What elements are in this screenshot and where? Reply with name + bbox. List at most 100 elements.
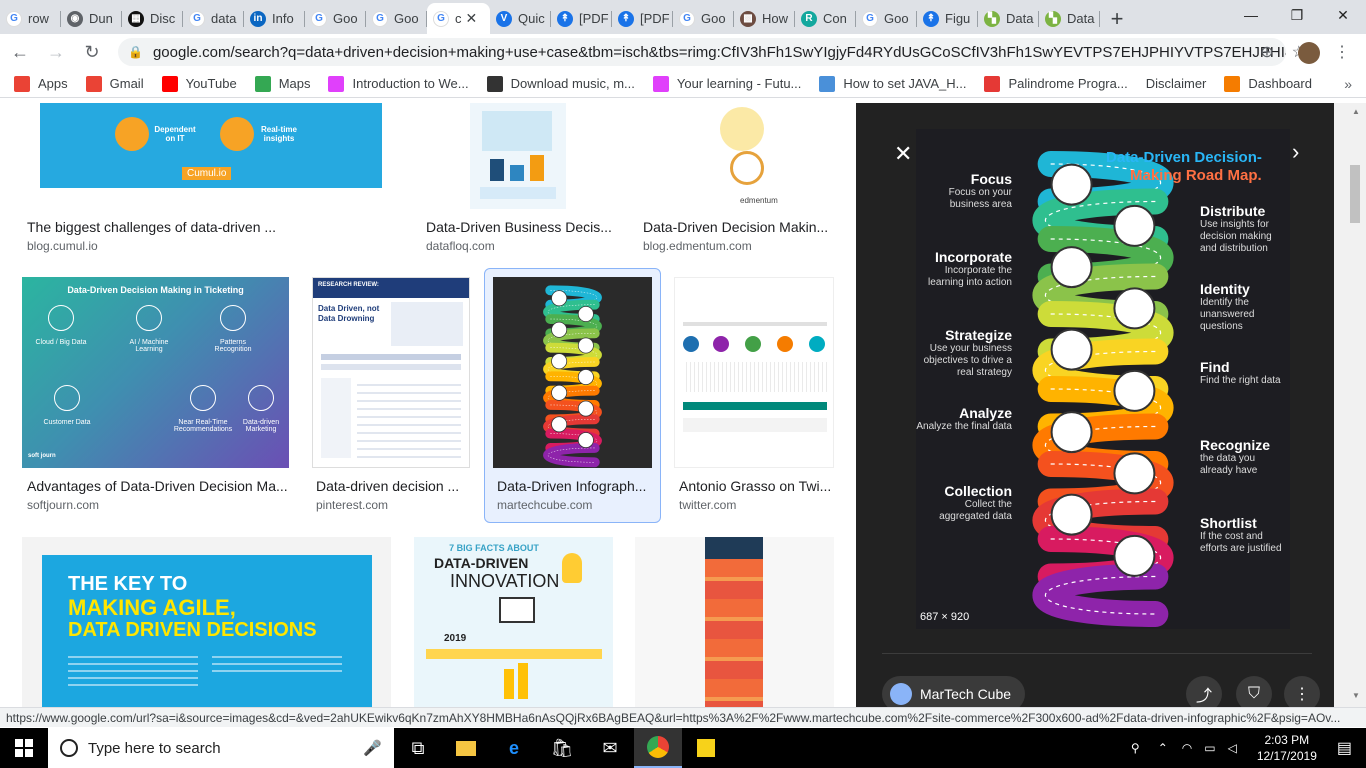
mail-icon[interactable]: ✉ (586, 728, 634, 768)
store-icon[interactable]: 🛍 (538, 728, 586, 768)
result-caption[interactable]: Data-Driven Decision Makin... (643, 219, 828, 235)
tab-item[interactable]: V Quic (490, 3, 551, 34)
bookmark-item[interactable]: Palindrome Progra... (984, 75, 1128, 92)
result-caption[interactable]: The biggest challenges of data-driven ..… (27, 219, 276, 235)
tab-item[interactable]: ▦ Disc (122, 3, 183, 34)
bookmark-item[interactable]: Apps (14, 75, 68, 92)
tab-item[interactable]: ↟ Figu (917, 3, 978, 34)
result-image-datafloq[interactable] (470, 103, 566, 209)
profile-avatar[interactable] (1298, 42, 1320, 64)
file-explorer-icon[interactable] (442, 728, 490, 768)
close-preview-icon[interactable]: ✕ (894, 141, 912, 167)
tab-item[interactable]: R Con (795, 3, 856, 34)
tab-label: row (28, 11, 49, 26)
scroll-down-icon[interactable]: ▼ (1352, 691, 1360, 700)
result-image-edmentum[interactable]: edmentum (638, 103, 834, 209)
search-icon (60, 739, 78, 757)
result-image-martechcube[interactable] (493, 277, 652, 468)
bookmarks-bar: Apps Gmail YouTube Maps Introduction to We..… (0, 70, 1366, 98)
tab-item[interactable]: Gc ✕ (427, 3, 490, 34)
tab-item[interactable]: ▚ Data (1039, 3, 1100, 34)
bookmark-item[interactable]: Your learning - Futu... (652, 75, 801, 92)
tab-item[interactable]: ↟ [PDF (551, 3, 612, 34)
taskbar-search[interactable]: Type here to search 🎤 (48, 728, 394, 768)
tab-item[interactable]: ▩ How (734, 3, 795, 34)
result-source[interactable]: blog.cumul.io (27, 239, 98, 253)
show-hidden-icons[interactable]: ⌃ (1158, 741, 1168, 755)
windows-start-icon[interactable] (0, 728, 48, 768)
result-caption[interactable]: Antonio Grasso on Twi... (679, 478, 831, 494)
tab-item[interactable]: in Info (244, 3, 305, 34)
restore-icon[interactable]: ❐ (1274, 0, 1320, 30)
volume-icon[interactable]: ◁ (1228, 741, 1237, 755)
tab-item[interactable]: ▚ Data (978, 3, 1039, 34)
result-image-twitter[interactable] (674, 277, 834, 468)
tab-item[interactable]: G Goo (366, 3, 427, 34)
preview-image[interactable]: Data-Driven Decision- Making Road Map. F… (916, 129, 1290, 629)
scroll-thumb[interactable] (1350, 165, 1360, 223)
forward-arrow-icon[interactable]: → (40, 36, 72, 68)
tab-item[interactable]: Grow (0, 3, 61, 34)
system-clock[interactable]: 2:03 PM 12/17/2019 (1257, 732, 1317, 764)
minimize-icon[interactable]: — (1228, 0, 1274, 30)
tab-label: [PDF (579, 11, 609, 26)
tab-favicon-icon: ▚ (1045, 10, 1061, 27)
tab-favicon-icon: G (311, 10, 327, 27)
bookmark-item[interactable]: How to set JAVA_H... (819, 75, 966, 92)
result-image-infographic-orange[interactable] (635, 537, 834, 707)
bookmark-item[interactable]: Maps (254, 75, 310, 92)
chrome-menu-icon[interactable]: ⋮ (1334, 42, 1350, 62)
result-caption[interactable]: Advantages of Data-Driven Decision Ma... (27, 478, 288, 494)
scroll-up-icon[interactable]: ▲ (1352, 107, 1360, 116)
tab-item[interactable]: G Goo (856, 3, 917, 34)
tab-item[interactable]: G Goo (305, 3, 366, 34)
bookmark-item[interactable]: Dashboard (1224, 75, 1312, 92)
result-caption[interactable]: Data-driven decision ... (316, 478, 459, 494)
bookmark-item[interactable]: Disclaimer (1146, 76, 1207, 91)
task-view-icon[interactable]: ⧉ (394, 728, 442, 768)
result-image-softjourn[interactable]: Data-Driven Decision Making in Ticketing… (22, 277, 289, 468)
tab-favicon-icon: ◉ (67, 10, 83, 27)
page-scrollbar[interactable]: ▲ ▼ (1334, 103, 1366, 707)
tab-close-icon[interactable]: ✕ (466, 10, 478, 27)
tab-item[interactable]: Gdata (183, 3, 244, 34)
edge-icon[interactable]: e (490, 728, 538, 768)
new-tab-button[interactable]: + (1100, 3, 1134, 34)
bookmark-item[interactable]: YouTube (161, 75, 237, 92)
bookmark-item[interactable]: Download music, m... (486, 75, 635, 92)
zoom-icon[interactable]: ⊕ (1260, 42, 1273, 62)
back-arrow-icon[interactable]: ← (4, 36, 36, 68)
tab-item[interactable]: ◉ Dun (61, 3, 122, 34)
result-source[interactable]: softjourn.com (27, 498, 99, 512)
lightbulb-icon (562, 553, 582, 583)
result-caption[interactable]: Data-Driven Infograph... (497, 478, 646, 494)
people-icon[interactable]: ⚲ (1131, 741, 1140, 755)
result-source[interactable]: blog.edmentum.com (643, 239, 752, 253)
result-image-cumul[interactable]: Dependent on IT Real-time insights Cumul… (40, 103, 382, 188)
result-source[interactable]: twitter.com (679, 498, 736, 512)
tab-item[interactable]: G Goo (673, 3, 734, 34)
lock-icon: 🔒 (128, 45, 143, 59)
tab-item[interactable]: ↟ [PDF (612, 3, 673, 34)
result-image-agile[interactable]: THE KEY TO MAKING AGILE, DATA DRIVEN DEC… (22, 537, 391, 707)
chrome-icon[interactable] (634, 728, 682, 768)
result-source[interactable]: pinterest.com (316, 498, 388, 512)
battery-icon[interactable]: ▭ (1204, 741, 1215, 755)
next-image-icon[interactable]: › (1292, 139, 1299, 165)
result-image-innovation[interactable]: 7 BIG FACTS ABOUT DATA-DRIVEN INNOVATION… (414, 537, 613, 707)
sticky-notes-icon[interactable] (682, 728, 730, 768)
bookmark-item[interactable]: Introduction to We... (328, 75, 469, 92)
close-window-icon[interactable]: ✕ (1320, 0, 1366, 30)
result-source[interactable]: martechcube.com (497, 498, 592, 512)
address-bar[interactable]: 🔒 google.com/search?q=data+driven+decisi… (118, 38, 1286, 66)
more-bookmarks-icon[interactable]: » (1344, 76, 1352, 92)
diagram-icon (54, 385, 80, 411)
bookmark-item[interactable]: Gmail (85, 75, 144, 92)
result-source[interactable]: datafloq.com (426, 239, 495, 253)
result-caption[interactable]: Data-Driven Business Decis... (426, 219, 612, 235)
reload-icon[interactable]: ↻ (76, 36, 108, 68)
wifi-icon[interactable]: ◠ (1182, 741, 1192, 755)
action-center-icon[interactable]: ▤ (1337, 738, 1352, 758)
result-image-pinterest[interactable]: RESEARCH REVIEW: Data Driven, not Data D… (312, 277, 470, 468)
microphone-icon[interactable]: 🎤 (363, 739, 382, 757)
